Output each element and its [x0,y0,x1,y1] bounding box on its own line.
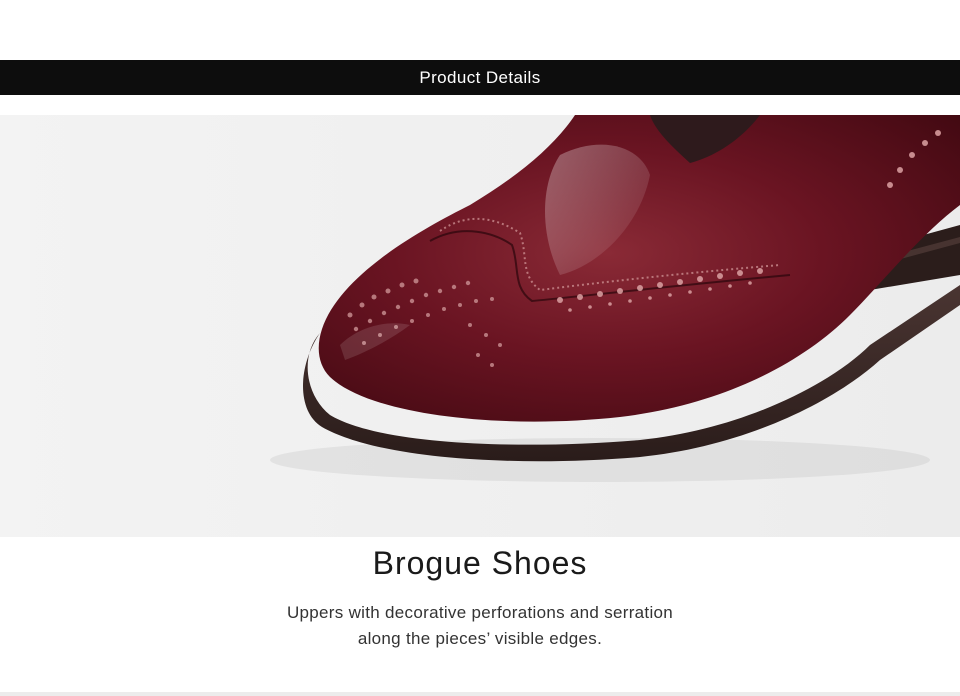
section-header-title: Product Details [419,67,541,87]
feature-title: Brogue Shoes [372,545,588,581]
section-header-bar: Product Details [0,60,960,95]
brogue-shoe-illustration [0,115,960,537]
feature-description-line-2: along the pieces’ visible edges. [357,629,603,648]
bottom-divider [0,692,960,696]
product-details-page: Product Details Brogue Shoes Uppers with… [0,0,960,696]
product-photo [0,115,960,537]
feature-description-line-1: Uppers with decorative perforations and … [286,603,674,622]
feature-description: Uppers with decorative perforations and … [0,600,960,652]
